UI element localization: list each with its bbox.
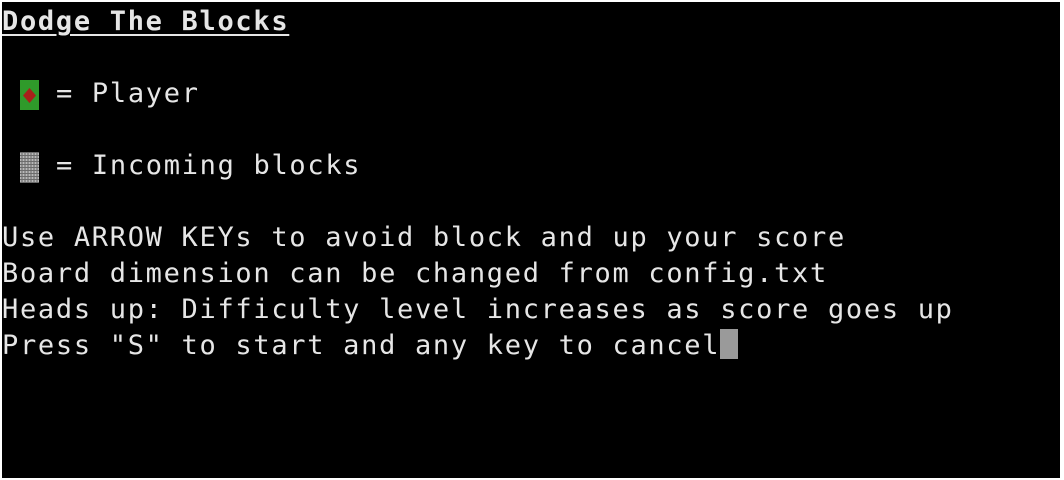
instruction-start-prompt-row[interactable]: Press "S" to start and any key to cancel <box>2 328 739 364</box>
legend-blocks-row: = Incoming blocks <box>2 148 360 184</box>
player-icon <box>20 80 39 110</box>
terminal-window[interactable]: Dodge The Blocks = Player = Incoming blo… <box>2 2 1060 478</box>
block-icon <box>20 152 39 183</box>
instruction-difficulty: Heads up: Difficulty level increases as … <box>2 294 954 325</box>
text-cursor <box>720 329 739 359</box>
instruction-board-dimension: Board dimension can be changed from conf… <box>2 258 828 289</box>
legend-blocks-label: = Incoming blocks <box>56 150 362 181</box>
legend-player-label: = Player <box>56 78 200 109</box>
instruction-start-prompt: Press "S" to start and any key to cancel <box>2 330 721 361</box>
red-diamond-icon <box>23 88 36 103</box>
instruction-arrow-keys: Use ARROW KEYs to avoid block and up you… <box>2 222 846 253</box>
legend-player-row: = Player <box>2 76 198 112</box>
game-title: Dodge The Blocks <box>2 6 290 37</box>
